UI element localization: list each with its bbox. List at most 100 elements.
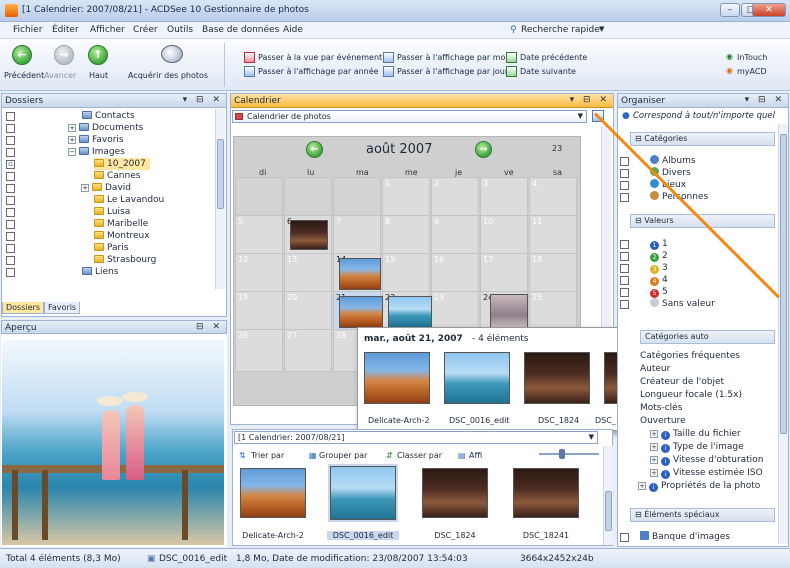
calendar-day[interactable]: 26: [235, 329, 283, 372]
up-button[interactable]: Haut: [89, 71, 108, 80]
expand-icon[interactable]: +: [68, 136, 76, 144]
tree-item-maribelle[interactable]: Maribelle: [94, 218, 148, 230]
auto-category-photo-properties[interactable]: + i Propriétés de la photo: [638, 480, 760, 492]
expand-icon[interactable]: +: [650, 430, 658, 438]
rating-checkbox[interactable]: [620, 276, 629, 285]
collapse-icon[interactable]: ⊟: [635, 510, 644, 519]
calendar-day[interactable]: 5: [235, 215, 283, 258]
previous-month-button[interactable]: ←: [306, 141, 323, 158]
auto-category-file-size[interactable]: + i Taille du fichier: [650, 428, 741, 440]
folder-checkbox[interactable]: [6, 208, 15, 217]
acquire-photos-button[interactable]: Acquérir des photos: [128, 71, 208, 80]
display-button[interactable]: Affi: [469, 451, 482, 460]
tree-item-10-2007[interactable]: 10_2007: [94, 158, 150, 170]
tree-item-favoris[interactable]: + Favoris: [68, 134, 124, 146]
popup-thumbnail[interactable]: [524, 352, 590, 404]
scrollbar-thumb[interactable]: [780, 134, 787, 434]
calendar-day[interactable]: 3: [480, 177, 528, 220]
scrollbar-thumb[interactable]: [217, 139, 224, 209]
calendar-photo-thumbnail[interactable]: [388, 296, 432, 328]
organizer-scrollbar[interactable]: [778, 124, 788, 544]
calendar-day[interactable]: 12: [235, 253, 283, 296]
calendar-day[interactable]: 11: [529, 215, 577, 258]
section-auto-categories[interactable]: Catégories auto: [640, 330, 775, 344]
expand-icon[interactable]: +: [650, 456, 658, 464]
folder-checkbox[interactable]: [6, 196, 15, 205]
close-button[interactable]: ✕: [752, 3, 786, 17]
calendar-day[interactable]: 27: [284, 329, 332, 372]
popup-thumbnail[interactable]: [364, 352, 430, 404]
intouch-button[interactable]: InTouch: [737, 53, 767, 62]
calendar-day[interactable]: 8: [382, 215, 430, 258]
folder-checkbox[interactable]: [6, 172, 15, 181]
calendar-day[interactable]: 9: [431, 215, 479, 258]
file-thumbnail-selected[interactable]: [330, 466, 396, 520]
rating-3[interactable]: 33: [650, 262, 668, 274]
folder-checkbox[interactable]: [6, 268, 15, 277]
file-list-scrollbar[interactable]: [603, 446, 613, 545]
calendar-day[interactable]: 2: [431, 177, 479, 220]
special-image-bank[interactable]: Banque d'images: [640, 531, 730, 543]
calendar-day[interactable]: 16: [431, 253, 479, 296]
tree-item-contacts[interactable]: Contacts: [82, 110, 135, 122]
folder-checkbox[interactable]: [6, 112, 15, 121]
calendar-day[interactable]: 19: [235, 291, 283, 334]
menu-base-de-donnees[interactable]: Base de données: [202, 25, 279, 35]
tree-item-luisa[interactable]: Luisa: [94, 206, 130, 218]
section-categories[interactable]: ⊟ Catégories: [630, 132, 775, 146]
auto-category[interactable]: Ouverture: [640, 415, 686, 427]
tree-item-documents[interactable]: + Documents: [68, 122, 143, 134]
folder-checkbox[interactable]: [6, 232, 15, 241]
by-year-button[interactable]: Passer à l'affichage par année: [258, 67, 379, 76]
rating-checkbox[interactable]: [620, 240, 629, 249]
tree-item-david[interactable]: + David: [81, 182, 131, 194]
rating-checkbox[interactable]: [620, 288, 629, 297]
calendar-photo-thumbnail[interactable]: [339, 296, 383, 328]
menu-outils[interactable]: Outils: [167, 25, 193, 35]
menu-editer[interactable]: Éditer: [52, 25, 79, 35]
menu-creer[interactable]: Créer: [133, 25, 158, 35]
expand-icon[interactable]: +: [81, 184, 89, 192]
expand-icon[interactable]: +: [650, 443, 658, 451]
zoom-slider-handle[interactable]: [559, 449, 565, 459]
calendar-day[interactable]: 10: [480, 215, 528, 258]
camera-icon[interactable]: [161, 45, 183, 63]
sort-button[interactable]: Trier par: [251, 451, 284, 460]
folder-checkbox[interactable]: [6, 136, 15, 145]
collapse-icon[interactable]: ⊟: [635, 134, 644, 143]
calendar-day[interactable]: 17: [480, 253, 528, 296]
tree-item-cannes[interactable]: Cannes: [94, 170, 140, 182]
category-checkbox[interactable]: [620, 181, 629, 190]
category-albums[interactable]: Albums: [650, 155, 696, 167]
rating-5[interactable]: 55: [650, 286, 668, 298]
by-day-button[interactable]: Passer à l'affichage par jour: [397, 67, 508, 76]
tree-item-montreux[interactable]: Montreux: [94, 230, 150, 242]
match-mode-select[interactable]: Correspond à tout/n'importe quel: [633, 111, 775, 121]
calendar-photo-thumbnail[interactable]: [290, 220, 328, 250]
rating-4[interactable]: 44: [650, 274, 668, 286]
next-date-button[interactable]: Date suivante: [520, 67, 576, 76]
calendar-day[interactable]: 1: [382, 177, 430, 220]
rating-checkbox[interactable]: [620, 252, 629, 261]
auto-category[interactable]: Mots-clés: [640, 402, 682, 414]
expand-icon[interactable]: +: [68, 124, 76, 132]
chevron-down-icon[interactable]: ▼: [599, 25, 604, 33]
next-month-button[interactable]: →: [475, 141, 492, 158]
calendar-day[interactable]: 18: [529, 253, 577, 296]
group-button[interactable]: Grouper par: [319, 451, 367, 460]
up-arrow-icon[interactable]: ↑: [88, 45, 108, 65]
file-thumbnail[interactable]: [422, 468, 488, 518]
file-thumbnail[interactable]: [240, 468, 306, 518]
folder-checkbox[interactable]: [6, 244, 15, 253]
folder-checkbox[interactable]: [6, 184, 15, 193]
collapse-icon[interactable]: −: [68, 148, 76, 156]
tree-item-liens[interactable]: Liens: [82, 266, 118, 278]
rating-checkbox[interactable]: [620, 264, 629, 273]
rating-none[interactable]: Sans valeur: [650, 298, 715, 310]
rating-checkbox[interactable]: [620, 300, 629, 309]
zoom-slider[interactable]: [539, 453, 599, 455]
category-checkbox[interactable]: [620, 169, 629, 178]
section-special-items[interactable]: ⊟ Éléments spéciaux: [630, 508, 775, 522]
pane-controls[interactable]: ▾ ⊟ ✕: [745, 95, 785, 105]
tree-item-le-lavandou[interactable]: Le Lavandou: [94, 194, 164, 206]
